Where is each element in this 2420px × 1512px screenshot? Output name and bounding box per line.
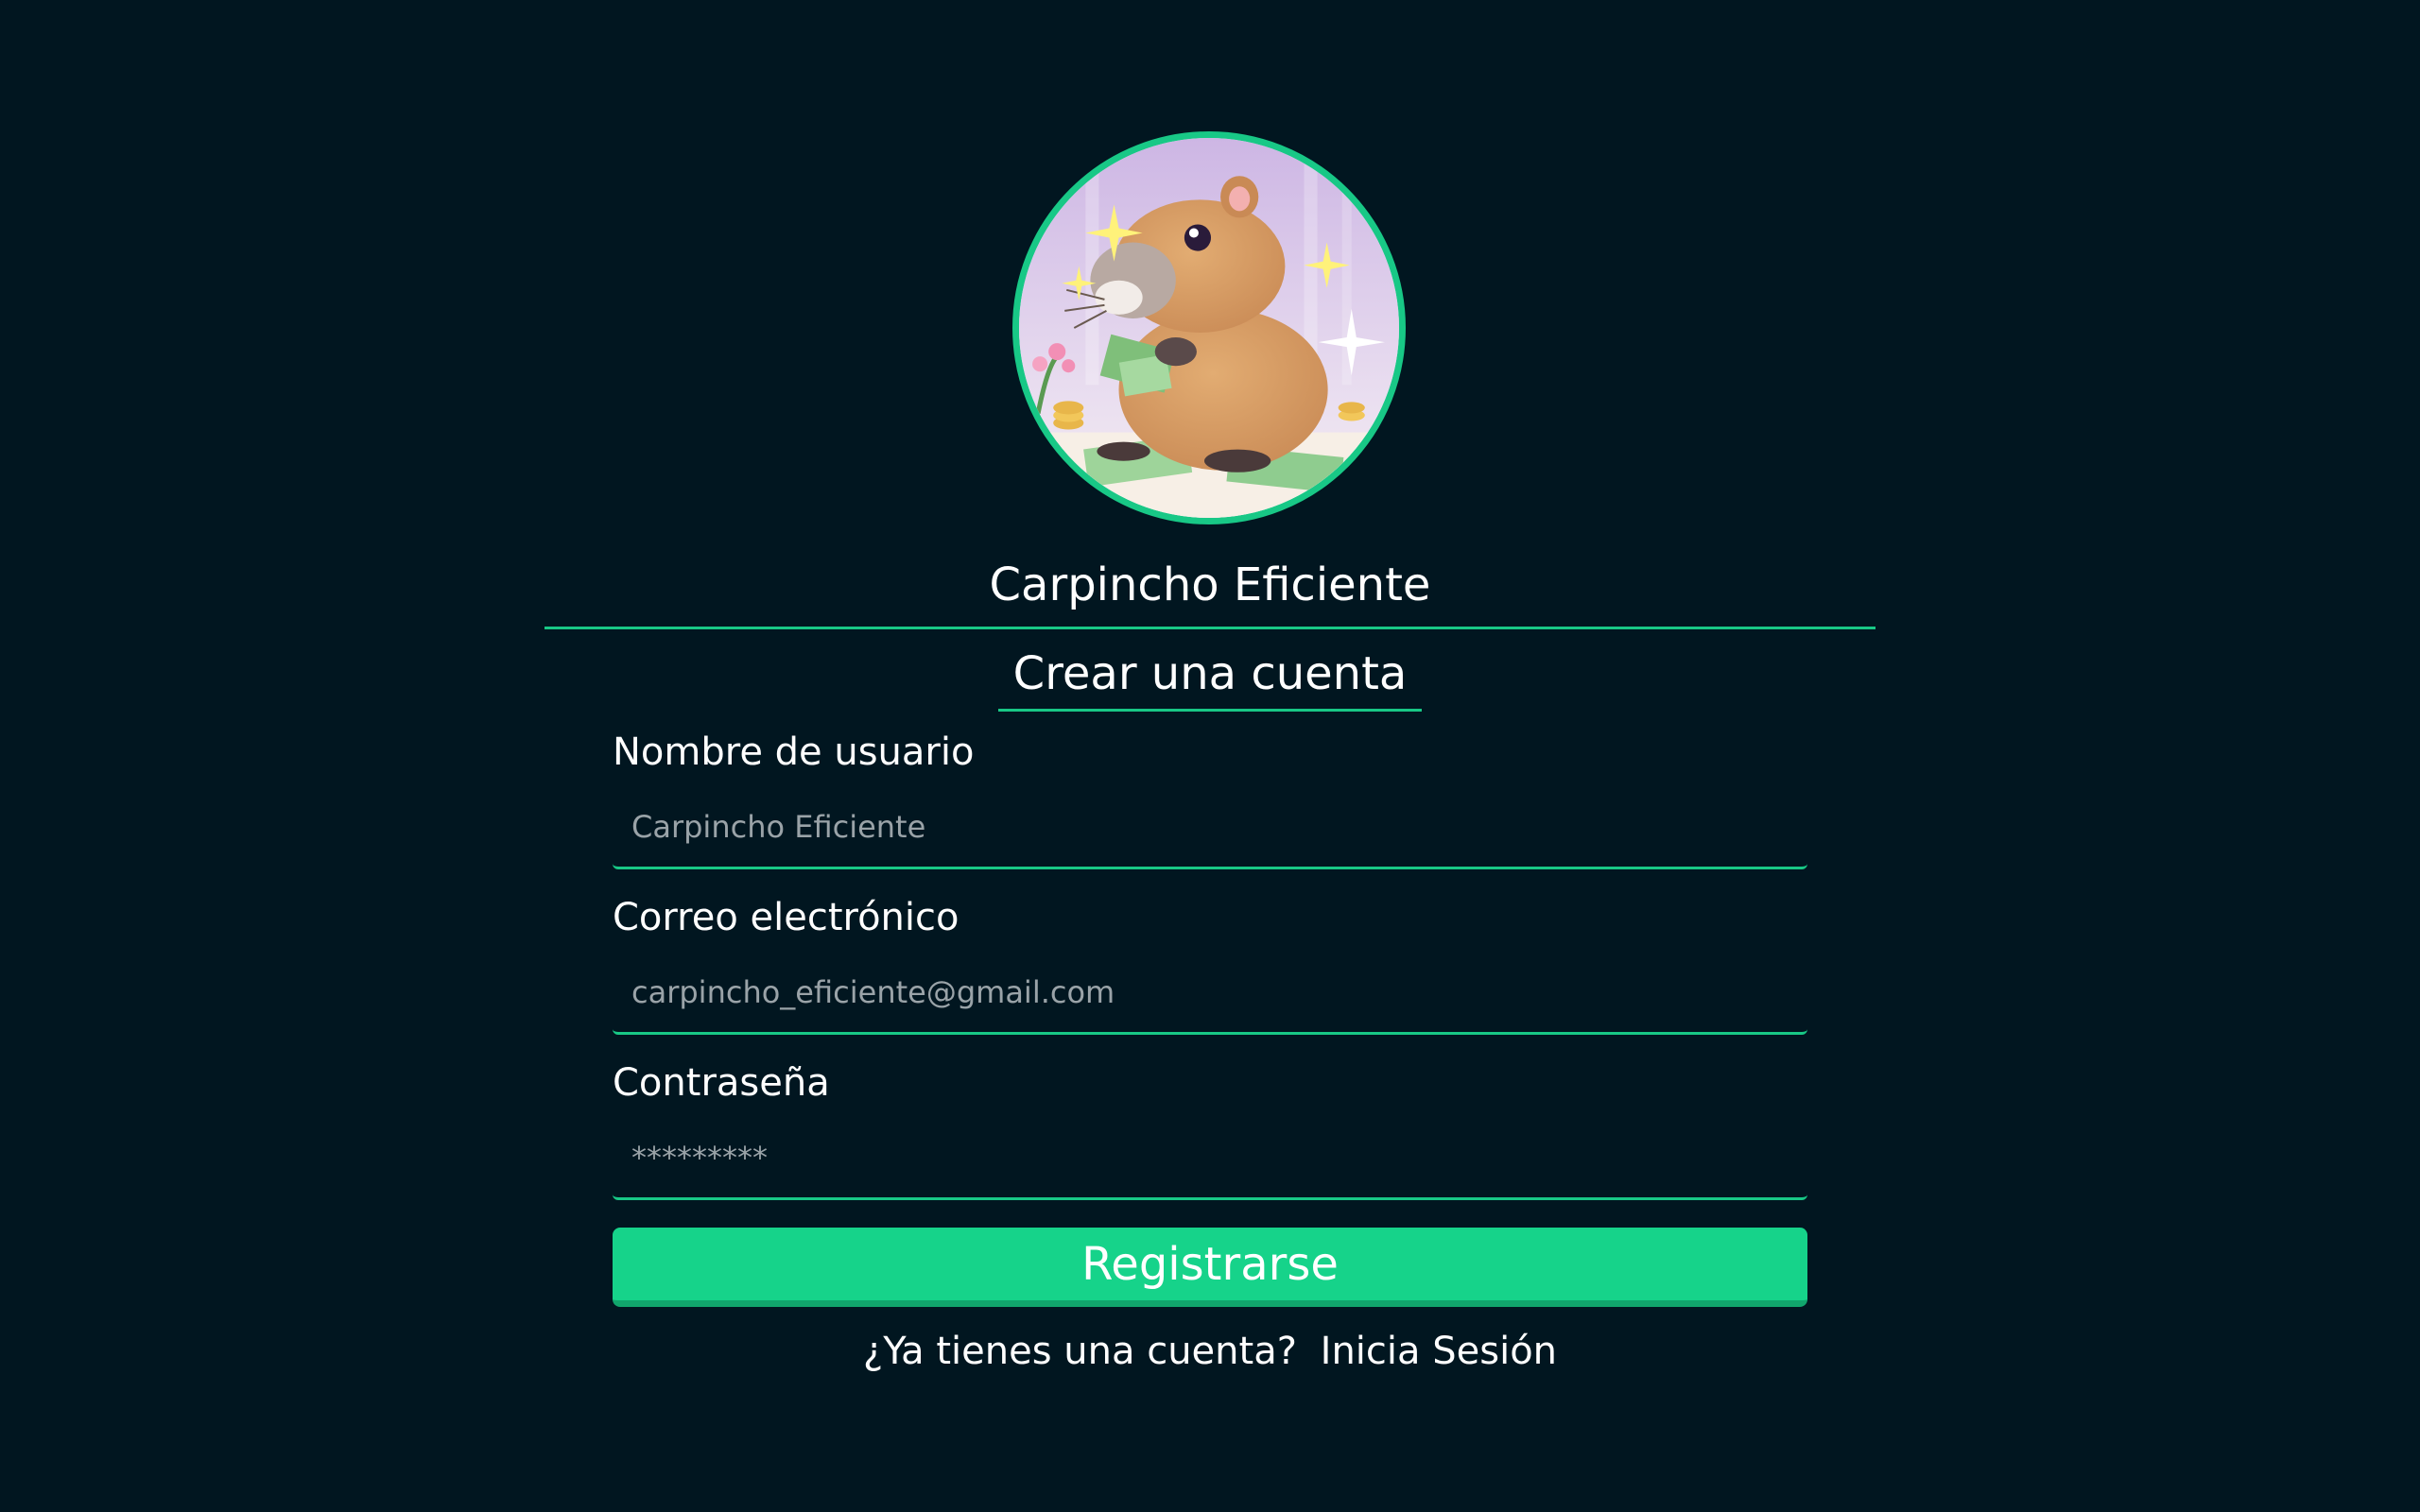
- form-heading-wrap: Crear una cuenta: [0, 641, 2420, 712]
- capybara-icon: [1019, 138, 1399, 518]
- app-logo-avatar: [1012, 131, 1406, 524]
- register-page: Carpincho Eficiente Crear una cuenta Nom…: [0, 0, 2420, 1512]
- password-input[interactable]: [613, 1117, 1807, 1200]
- email-label: Correo electrónico: [613, 896, 959, 939]
- email-input[interactable]: [613, 952, 1807, 1035]
- app-title: Carpincho Eficiente: [989, 558, 1431, 611]
- register-form: Nombre de usuario Correo electrónico Con…: [613, 718, 1807, 1307]
- username-input[interactable]: [613, 786, 1807, 869]
- login-link[interactable]: Inicia Sesión: [1321, 1330, 1557, 1373]
- title-divider: [544, 627, 1876, 629]
- register-button[interactable]: Registrarse: [613, 1228, 1807, 1307]
- email-field-group: Correo electrónico: [613, 884, 1807, 1049]
- form-heading: Crear una cuenta: [997, 641, 1423, 712]
- username-label: Nombre de usuario: [613, 730, 975, 774]
- username-field-group: Nombre de usuario: [613, 718, 1807, 884]
- login-prompt-row: ¿Ya tienes una cuenta? Inicia Sesión: [0, 1323, 2420, 1380]
- password-field-group: Contraseña: [613, 1049, 1807, 1214]
- password-label: Contraseña: [613, 1061, 830, 1105]
- login-prompt-text: ¿Ya tienes una cuenta?: [862, 1330, 1297, 1373]
